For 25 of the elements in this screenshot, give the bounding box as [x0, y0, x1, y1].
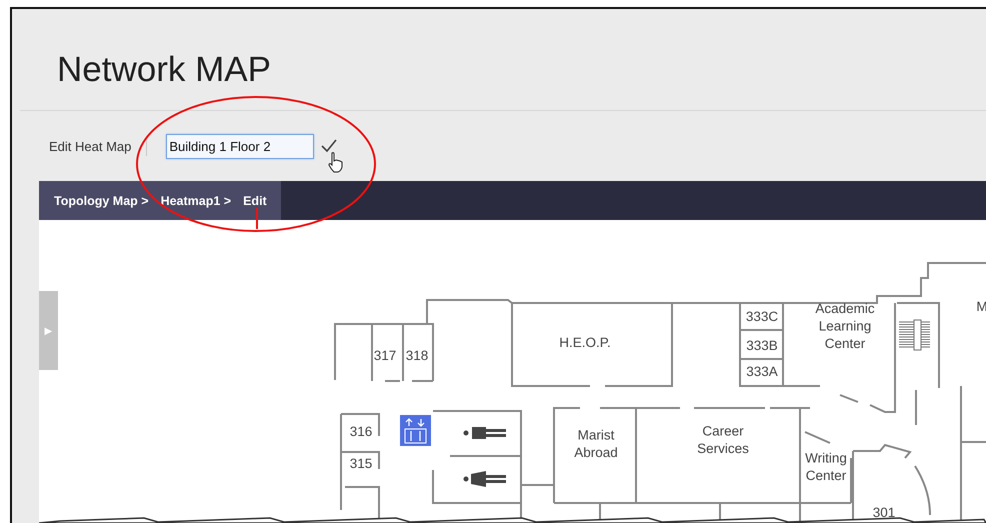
room-label: 316 [350, 424, 372, 439]
room-label: 317 [374, 348, 396, 363]
page-title: Network MAP [57, 50, 271, 90]
elevator-icon [400, 415, 431, 446]
breadcrumb-link[interactable]: Topology Map > [54, 194, 149, 208]
room-label: 301 [872, 505, 896, 520]
restroom-man-icon [464, 427, 506, 439]
room-label: 333C [746, 309, 778, 324]
room-label: 333A [746, 364, 778, 379]
room-label: H.E.O.P. [559, 335, 611, 350]
confirm-check-icon[interactable] [320, 138, 338, 154]
room-label: Marist Abroad [574, 428, 618, 460]
breadcrumb-link[interactable]: Edit [243, 194, 267, 208]
restroom-woman-icon [464, 471, 506, 487]
room-label: 333B [746, 338, 778, 353]
room-label: 318 [406, 348, 428, 363]
edit-heat-map-label: Edit Heat Map [49, 138, 132, 154]
hand-cursor-icon [328, 152, 342, 172]
room-label: 315 [350, 456, 372, 471]
heat-map-name-field[interactable]: Building 1 Floor 2 [166, 134, 314, 158]
breadcrumb-link[interactable]: Heatmap1 > [160, 194, 232, 208]
room-label: Academic Learning Center [815, 301, 875, 351]
room-label: Writing Center [805, 450, 847, 483]
room-label: Career Services [697, 424, 749, 456]
staircase-drawing [898, 320, 930, 350]
